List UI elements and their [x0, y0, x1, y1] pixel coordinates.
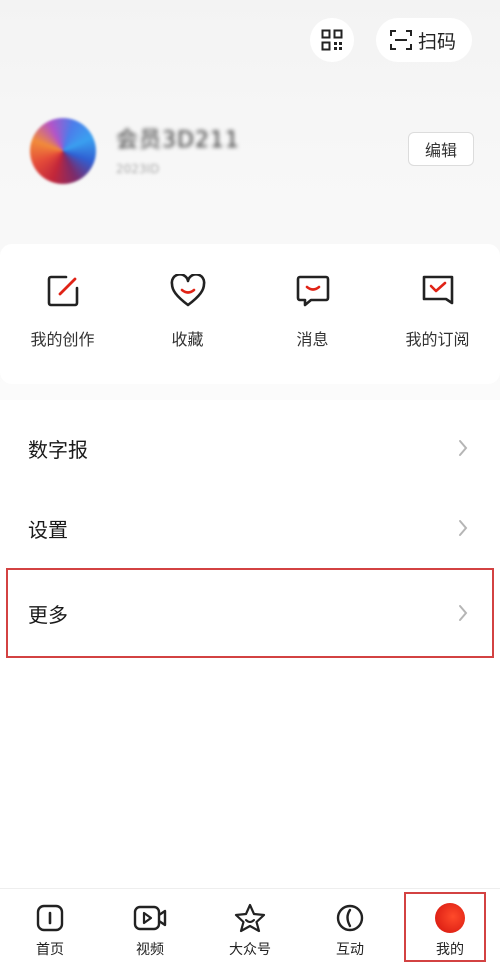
quick-action-label: 我的订阅 [405, 330, 470, 349]
top-bar: 扫码 [309, 18, 472, 62]
tab-label: 互动 [336, 942, 364, 958]
quick-action-label: 我的创作 [30, 330, 95, 349]
menu-item-label: 更多 [28, 602, 68, 627]
menu-item-digital-newspaper[interactable]: 数字报 [0, 408, 500, 488]
quick-action-my-subscriptions[interactable]: 我的订阅 [375, 272, 500, 350]
tab-dazhong[interactable]: 大众号 [200, 903, 300, 959]
tab-interact[interactable]: 互动 [300, 903, 400, 959]
profile-card: 会员3D211 2023ID 编辑 [30, 118, 474, 188]
quick-action-label: 消息 [296, 330, 329, 349]
highlight-box [404, 892, 486, 962]
edit-icon [47, 275, 78, 307]
chevron-right-icon [459, 440, 468, 456]
scan-label: 扫码 [417, 30, 456, 53]
message-icon [296, 275, 329, 307]
chevron-right-icon [459, 520, 468, 536]
scan-button[interactable]: 扫码 [375, 18, 472, 62]
user-subline: 2023ID [116, 162, 160, 176]
interact-icon [336, 904, 364, 932]
scan-icon [389, 30, 412, 50]
bottom-tab-bar: 首页 视频 大众号 互动 我的 [0, 888, 500, 962]
menu-item-label: 数字报 [28, 437, 88, 462]
avatar[interactable] [30, 118, 96, 184]
heart-icon [170, 274, 205, 307]
video-icon [133, 905, 167, 931]
home-icon [36, 904, 64, 932]
tab-label: 首页 [36, 942, 64, 958]
quick-action-messages[interactable]: 消息 [250, 272, 375, 350]
username: 会员3D211 [116, 128, 240, 153]
qr-code-icon [321, 29, 343, 51]
tab-video[interactable]: 视频 [100, 903, 200, 959]
chevron-right-icon [459, 605, 468, 621]
tab-home[interactable]: 首页 [0, 903, 100, 959]
star-icon [234, 903, 266, 933]
menu-list: 数字报 设置 更多 [0, 408, 500, 658]
quick-action-favorites[interactable]: 收藏 [125, 272, 250, 350]
tab-label: 视频 [136, 942, 164, 958]
edit-profile-button[interactable]: 编辑 [408, 132, 474, 166]
menu-item-settings[interactable]: 设置 [0, 488, 500, 568]
subscribe-icon [422, 275, 453, 305]
menu-item-more[interactable]: 更多 [6, 568, 494, 658]
qr-code-button[interactable] [309, 18, 354, 62]
quick-action-my-creation[interactable]: 我的创作 [0, 272, 125, 350]
tab-label: 大众号 [229, 942, 271, 958]
quick-actions: 我的创作 收藏 消息 我的订阅 [0, 244, 500, 384]
quick-action-label: 收藏 [171, 330, 204, 349]
menu-item-label: 设置 [28, 517, 68, 542]
